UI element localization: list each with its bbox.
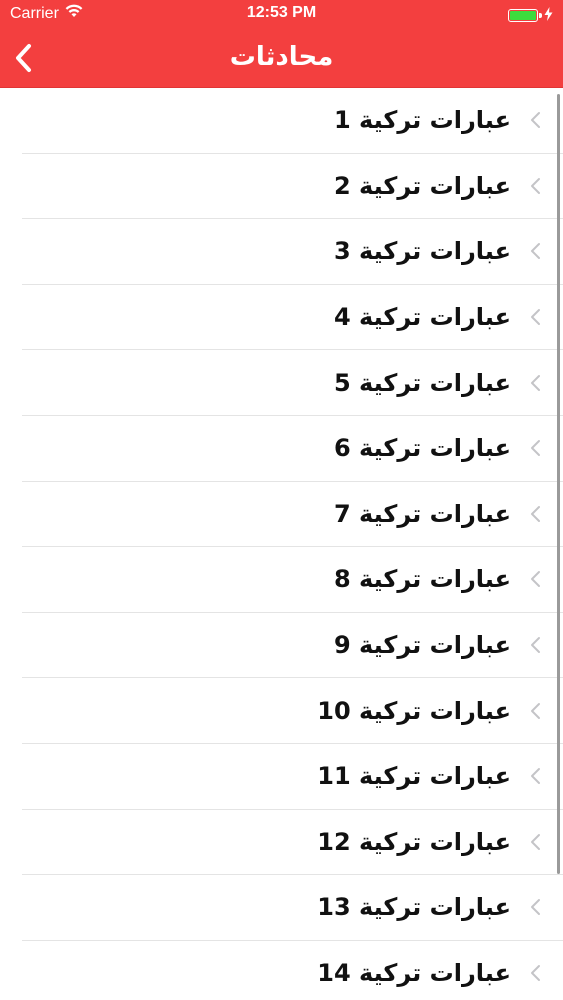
chevron-left-icon xyxy=(531,899,540,916)
page-title: محادثات xyxy=(229,42,334,72)
chevron-left-icon xyxy=(531,112,540,129)
chevron-left-icon xyxy=(531,243,540,260)
battery-fill xyxy=(510,11,536,20)
list-item-label: عبارات تركية 11 xyxy=(317,762,511,791)
list-item[interactable]: عبارات تركية 4 xyxy=(22,285,563,351)
list-item[interactable]: عبارات تركية 12 xyxy=(22,810,563,876)
screen: Carrier 12:53 PM محادثات عبارات تركية 1 … xyxy=(0,0,563,1000)
list-item-label: عبارات تركية 3 xyxy=(333,237,511,266)
status-bar: Carrier 12:53 PM xyxy=(0,0,563,30)
list-item[interactable]: عبارات تركية 7 xyxy=(22,482,563,548)
list-item-label: عبارات تركية 1 xyxy=(333,106,511,135)
list-item[interactable]: عبارات تركية 10 xyxy=(22,678,563,744)
status-right xyxy=(508,6,553,25)
list-item-label: عبارات تركية 14 xyxy=(317,959,511,988)
phrase-list[interactable]: عبارات تركية 1 عبارات تركية 2 عبارات تركية… xyxy=(0,88,563,1000)
list-item[interactable]: عبارات تركية 2 xyxy=(22,154,563,220)
status-time: 12:53 PM xyxy=(246,4,317,21)
chevron-left-icon xyxy=(531,440,540,457)
list-item[interactable]: عبارات تركية 8 xyxy=(22,547,563,613)
list-item[interactable]: عبارات تركية 14 xyxy=(22,941,563,1000)
list-item-label: عبارات تركية 12 xyxy=(317,827,511,856)
list-item-label: عبارات تركية 9 xyxy=(333,631,511,660)
list-item-label: عبارات تركية 7 xyxy=(333,499,511,528)
list-item[interactable]: عبارات تركية 9 xyxy=(22,613,563,679)
chevron-left-icon xyxy=(531,637,540,654)
battery-tip xyxy=(539,13,542,18)
list-item-label: عبارات تركية 10 xyxy=(317,696,511,725)
list-item-label: عبارات تركية 6 xyxy=(333,434,511,463)
chevron-left-icon xyxy=(531,965,540,982)
list-item-label: عبارات تركية 2 xyxy=(333,171,511,200)
chevron-left-icon xyxy=(531,702,540,719)
battery-icon xyxy=(508,9,542,22)
list-item[interactable]: عبارات تركية 11 xyxy=(22,744,563,810)
back-button[interactable] xyxy=(6,38,42,78)
chevron-left-icon xyxy=(531,833,540,850)
list-item-label: عبارات تركية 5 xyxy=(333,368,511,397)
scroll-indicator[interactable] xyxy=(557,94,560,874)
chevron-left-icon xyxy=(531,177,540,194)
charging-bolt-icon xyxy=(544,6,553,25)
list-item[interactable]: عبارات تركية 1 xyxy=(22,88,563,154)
list-item[interactable]: عبارات تركية 3 xyxy=(22,219,563,285)
chevron-left-icon xyxy=(531,571,540,588)
navigation-bar: محادثات xyxy=(0,30,563,88)
list-item-label: عبارات تركية 8 xyxy=(333,565,511,594)
list-item-label: عبارات تركية 13 xyxy=(317,893,511,922)
chevron-left-icon xyxy=(531,374,540,391)
list-item[interactable]: عبارات تركية 13 xyxy=(22,875,563,941)
list-item-label: عبارات تركية 4 xyxy=(333,303,511,332)
chevron-left-icon xyxy=(531,768,540,785)
list-item[interactable]: عبارات تركية 5 xyxy=(22,350,563,416)
chevron-left-icon xyxy=(531,505,540,522)
chevron-left-icon xyxy=(531,309,540,326)
list-item[interactable]: عبارات تركية 6 xyxy=(22,416,563,482)
chevron-left-icon xyxy=(16,44,31,72)
